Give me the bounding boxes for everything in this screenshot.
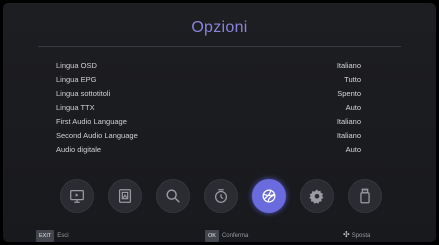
option-value: Spento — [337, 89, 361, 98]
ok-label: Conferma — [221, 233, 249, 239]
picture-icon[interactable] — [108, 179, 142, 213]
option-value: Italiano — [336, 61, 361, 70]
option-row-second-audio-language[interactable]: Second Audio Language Italiano — [56, 129, 361, 143]
options-list: Lingua OSD Italiano Lingua EPG Tutto Lin… — [56, 59, 361, 157]
move-label: Sposta — [351, 233, 371, 239]
options-screen: Opzioni Lingua OSD Italiano Lingua EPG T… — [3, 3, 436, 242]
usb-icon[interactable] — [348, 179, 382, 213]
timer-icon[interactable] — [204, 179, 238, 213]
option-label: Lingua TTX — [56, 103, 95, 112]
option-row-ttx-language[interactable]: Lingua TTX Auto — [56, 101, 361, 115]
main-menu-bar — [60, 179, 382, 215]
option-label: Second Audio Language — [56, 131, 138, 140]
option-row-first-audio-language[interactable]: First Audio Language Italiano — [56, 115, 361, 129]
option-label: Lingua sottotitoli — [56, 89, 111, 98]
options-icon[interactable] — [252, 179, 286, 213]
title-divider — [38, 46, 401, 47]
exit-label: Esci — [57, 233, 69, 239]
option-value: Tutto — [344, 75, 361, 84]
option-label: Lingua OSD — [56, 61, 97, 70]
option-label: First Audio Language — [56, 117, 127, 126]
option-row-epg-language[interactable]: Lingua EPG Tutto — [56, 73, 361, 87]
search-icon[interactable] — [156, 179, 190, 213]
settings-gear-icon[interactable] — [300, 179, 334, 213]
tv-icon[interactable] — [60, 179, 94, 213]
option-row-subtitle-language[interactable]: Lingua sottotitoli Spento — [56, 87, 361, 101]
move-arrows-icon: ✣ — [343, 230, 350, 239]
ok-key: OK — [205, 230, 219, 242]
option-value: Auto — [345, 145, 361, 154]
option-row-digital-audio[interactable]: Audio digitale Auto — [56, 143, 361, 157]
option-label: Lingua EPG — [56, 75, 97, 84]
move-hint: ✣ Sposta — [343, 230, 370, 241]
exit-key: EXIT — [36, 230, 55, 242]
footer-hints: EXIT Esci OK Conferma ✣ Sposta — [3, 230, 436, 242]
option-label: Audio digitale — [56, 145, 102, 154]
option-row-osd-language[interactable]: Lingua OSD Italiano — [56, 59, 361, 73]
ok-hint[interactable]: OK Conferma — [205, 230, 248, 242]
page-title: Opzioni — [191, 19, 248, 36]
option-value: Auto — [345, 103, 361, 112]
exit-hint[interactable]: EXIT Esci — [36, 230, 69, 242]
option-value: Italiano — [336, 117, 361, 126]
option-value: Italiano — [336, 131, 361, 140]
